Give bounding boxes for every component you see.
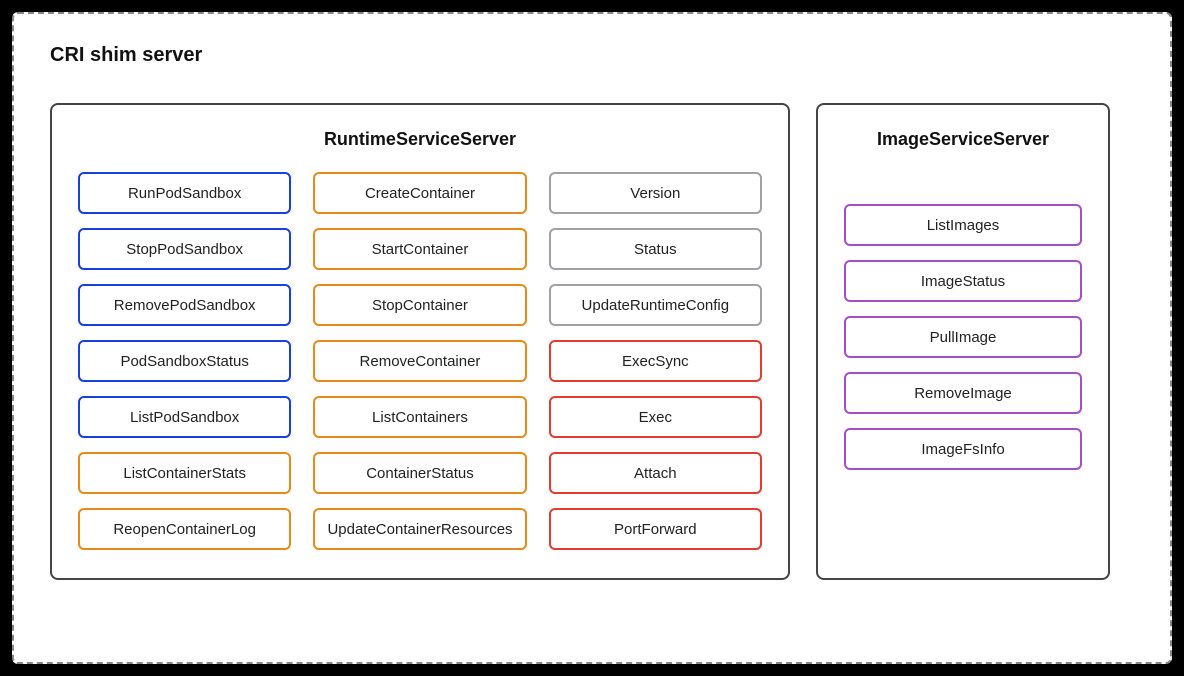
api-remove-pod-sandbox: RemovePodSandbox [78,284,291,326]
api-stop-pod-sandbox: StopPodSandbox [78,228,291,270]
api-list-images: ListImages [844,204,1082,246]
api-stop-container: StopContainer [313,284,526,326]
api-list-container-stats: ListContainerStats [78,452,291,494]
image-col: ListImages ImageStatus PullImage RemoveI… [844,204,1082,470]
runtime-col-2: CreateContainer StartContainer StopConta… [313,172,526,550]
api-image-status: ImageStatus [844,260,1082,302]
api-pod-sandbox-status: PodSandboxStatus [78,340,291,382]
runtime-col-1: RunPodSandbox StopPodSandbox RemovePodSa… [78,172,291,550]
api-container-status: ContainerStatus [313,452,526,494]
runtime-columns: RunPodSandbox StopPodSandbox RemovePodSa… [78,172,762,550]
runtime-col-3: Version Status UpdateRuntimeConfig ExecS… [549,172,762,550]
api-status: Status [549,228,762,270]
api-reopen-container-log: ReopenContainerLog [78,508,291,550]
api-pull-image: PullImage [844,316,1082,358]
cri-shim-server-container: CRI shim server RuntimeServiceServer Run… [12,12,1172,664]
api-update-runtime-config: UpdateRuntimeConfig [549,284,762,326]
api-exec-sync: ExecSync [549,340,762,382]
api-remove-container: RemoveContainer [313,340,526,382]
runtime-service-server-panel: RuntimeServiceServer RunPodSandbox StopP… [50,103,790,580]
runtime-service-server-title: RuntimeServiceServer [78,129,762,150]
api-image-fs-info: ImageFsInfo [844,428,1082,470]
diagram-title: CRI shim server [50,44,1134,67]
servers-row: RuntimeServiceServer RunPodSandbox StopP… [50,103,1134,580]
api-version: Version [549,172,762,214]
api-attach: Attach [549,452,762,494]
image-service-server-panel: ImageServiceServer ListImages ImageStatu… [816,103,1110,580]
api-start-container: StartContainer [313,228,526,270]
api-exec: Exec [549,396,762,438]
api-remove-image: RemoveImage [844,372,1082,414]
api-run-pod-sandbox: RunPodSandbox [78,172,291,214]
api-create-container: CreateContainer [313,172,526,214]
image-service-server-title: ImageServiceServer [844,129,1082,150]
api-update-container-resources: UpdateContainerResources [313,508,526,550]
api-port-forward: PortForward [549,508,762,550]
api-list-containers: ListContainers [313,396,526,438]
api-list-pod-sandbox: ListPodSandbox [78,396,291,438]
